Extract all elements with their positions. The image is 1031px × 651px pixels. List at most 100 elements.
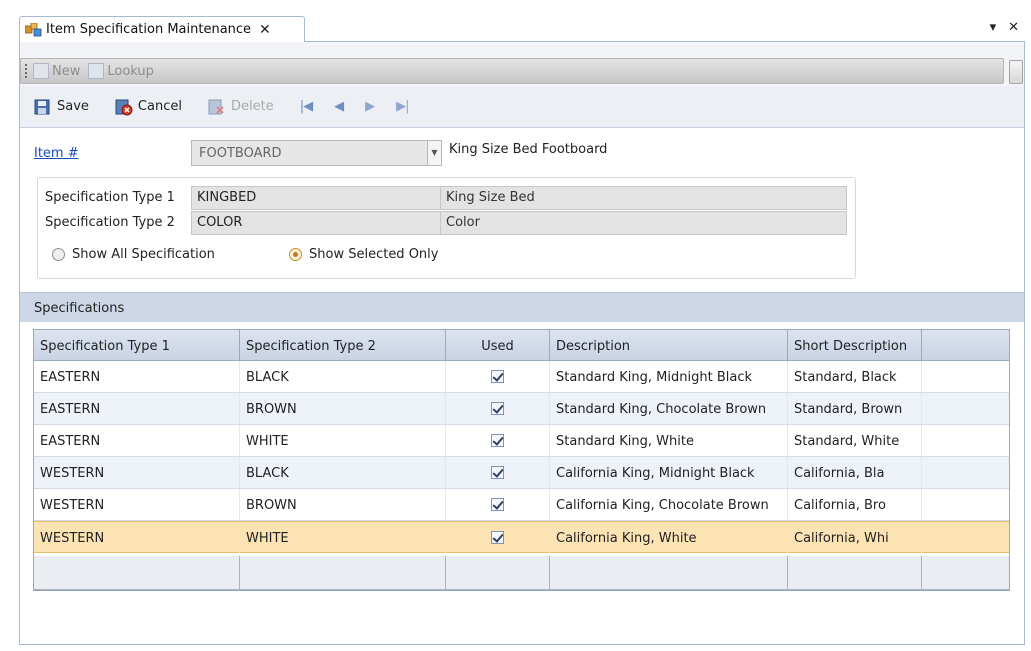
lookup-button[interactable]: Lookup <box>88 63 154 79</box>
specification-filter-group: Specification Type 1 KINGBED King Size B… <box>37 177 856 279</box>
empty-cell <box>34 556 240 590</box>
toolstrip-overflow-button[interactable] <box>1009 60 1023 84</box>
save-button[interactable]: Save <box>34 98 89 116</box>
cell-type2: WHITE <box>240 425 446 456</box>
item-number-link[interactable]: Item # <box>34 146 79 161</box>
used-checkbox[interactable] <box>491 402 504 415</box>
cell-used <box>446 393 550 424</box>
delete-label: Delete <box>230 99 274 114</box>
window-controls: ▾ ✕ <box>990 20 1019 35</box>
action-toolbar: Save Cancel Delete |◀ ◀ ▶ ▶| <box>20 86 1024 128</box>
item-description: King Size Bed Footboard <box>449 142 608 157</box>
cell-type1: EASTERN <box>34 425 240 456</box>
item-row: Item # FOOTBOARD ▼ King Size Bed Footboa… <box>20 136 1024 166</box>
new-label: New <box>52 63 81 79</box>
cell-type1: EASTERN <box>34 393 240 424</box>
pin-dropdown-icon[interactable]: ▾ <box>990 20 997 35</box>
column-header-used[interactable]: Used <box>446 330 550 361</box>
cell-short-description: Standard, Brown <box>788 393 922 424</box>
used-checkbox[interactable] <box>491 498 504 511</box>
cancel-button[interactable]: Cancel <box>115 98 182 116</box>
spec-type2-description: Color <box>440 211 847 235</box>
cell-type1: WESTERN <box>34 522 240 553</box>
cell-description: Standard King, Midnight Black <box>550 361 788 392</box>
spec-type1-description: King Size Bed <box>440 186 847 210</box>
spec-type1-row: Specification Type 1 KINGBED King Size B… <box>38 185 857 210</box>
cell-type2: BROWN <box>240 393 446 424</box>
spec-type2-label: Specification Type 2 <box>45 215 175 230</box>
show-selected-label: Show Selected Only <box>309 247 439 262</box>
cell-type2: BROWN <box>240 489 446 520</box>
column-header-type1[interactable]: Specification Type 1 <box>34 330 240 361</box>
save-label: Save <box>57 99 89 114</box>
spec-type2-row: Specification Type 2 COLOR Color <box>38 210 857 235</box>
chevron-down-icon[interactable]: ▼ <box>427 141 441 165</box>
tab-title: Item Specification Maintenance <box>46 22 252 37</box>
new-row-placeholder[interactable] <box>34 556 1009 590</box>
table-row-selected[interactable]: WESTERN WHITE California King, White Cal… <box>34 521 1009 553</box>
spec-type1-label: Specification Type 1 <box>45 190 175 205</box>
toolstrip-bar: New Lookup <box>20 58 1004 84</box>
cell-description: Standard King, Chocolate Brown <box>550 393 788 424</box>
show-all-radio[interactable]: Show All Specification <box>52 247 215 262</box>
cell-short-description: California, Bla <box>788 457 922 488</box>
used-checkbox[interactable] <box>491 434 504 447</box>
column-header-short-description[interactable]: Short Description <box>788 330 922 361</box>
table-row[interactable]: EASTERN BROWN Standard King, Chocolate B… <box>34 393 1009 425</box>
tab-close-icon[interactable]: ✕ <box>259 22 271 38</box>
next-record-icon[interactable]: ▶ <box>365 99 375 114</box>
grip-handle[interactable] <box>25 64 28 78</box>
used-checkbox[interactable] <box>491 370 504 383</box>
cell-used <box>446 522 550 553</box>
column-header-type2[interactable]: Specification Type 2 <box>240 330 446 361</box>
cell-type2: BLACK <box>240 457 446 488</box>
cell-type1: WESTERN <box>34 457 240 488</box>
table-row[interactable]: WESTERN BLACK California King, Midnight … <box>34 457 1009 489</box>
cell-used <box>446 457 550 488</box>
show-selected-radio[interactable]: Show Selected Only <box>289 247 438 262</box>
cell-type2: WHITE <box>240 522 446 553</box>
cell-used <box>446 425 550 456</box>
cell-description: California King, Midnight Black <box>550 457 788 488</box>
used-checkbox[interactable] <box>491 466 504 479</box>
table-row[interactable]: EASTERN WHITE Standard King, White Stand… <box>34 425 1009 457</box>
cancel-label: Cancel <box>137 99 182 114</box>
cell-description: California King, Chocolate Brown <box>550 489 788 520</box>
last-record-icon[interactable]: ▶| <box>396 99 409 114</box>
cell-type2: BLACK <box>240 361 446 392</box>
cell-used <box>446 361 550 392</box>
new-button[interactable]: New <box>33 63 80 79</box>
delete-icon <box>208 98 226 116</box>
top-toolstrip: New Lookup <box>20 42 1024 86</box>
first-record-icon[interactable]: |◀ <box>300 99 313 114</box>
radio-checked-icon <box>289 248 302 261</box>
spec-type2-field[interactable]: COLOR <box>191 211 441 235</box>
cell-short-description: California, Whi <box>788 522 922 553</box>
empty-cell <box>446 556 550 590</box>
previous-record-icon[interactable]: ◀ <box>334 99 344 114</box>
tab-strip: Item Specification Maintenance ✕ ▾ ✕ <box>0 0 1031 42</box>
grid-header: Specification Type 1 Specification Type … <box>34 330 1009 361</box>
item-number-combo[interactable]: FOOTBOARD ▼ <box>191 140 442 166</box>
blocks-icon <box>24 22 42 37</box>
specifications-grid: Specification Type 1 Specification Type … <box>33 329 1010 591</box>
show-all-label: Show All Specification <box>72 247 215 262</box>
table-row[interactable]: WESTERN BROWN California King, Chocolate… <box>34 489 1009 521</box>
new-icon <box>33 63 49 79</box>
used-checkbox[interactable] <box>491 531 504 544</box>
window-close-icon[interactable]: ✕ <box>1008 20 1019 35</box>
table-row[interactable]: EASTERN BLACK Standard King, Midnight Bl… <box>34 361 1009 393</box>
cell-short-description: Standard, Black <box>788 361 922 392</box>
specifications-section-header: Specifications <box>20 292 1024 322</box>
cell-type1: EASTERN <box>34 361 240 392</box>
column-header-description[interactable]: Description <box>550 330 788 361</box>
empty-cell <box>550 556 788 590</box>
spec-type1-field[interactable]: KINGBED <box>191 186 441 210</box>
cell-type1: WESTERN <box>34 489 240 520</box>
main-panel: New Lookup Save Cancel Delete |◀ ◀ ▶ ▶| … <box>19 41 1025 645</box>
save-icon <box>34 98 52 116</box>
item-number-value: FOOTBOARD <box>199 146 282 161</box>
tab-item-specification-maintenance[interactable]: Item Specification Maintenance ✕ <box>19 16 305 42</box>
delete-button[interactable]: Delete <box>208 98 274 116</box>
lookup-label: Lookup <box>107 63 154 79</box>
